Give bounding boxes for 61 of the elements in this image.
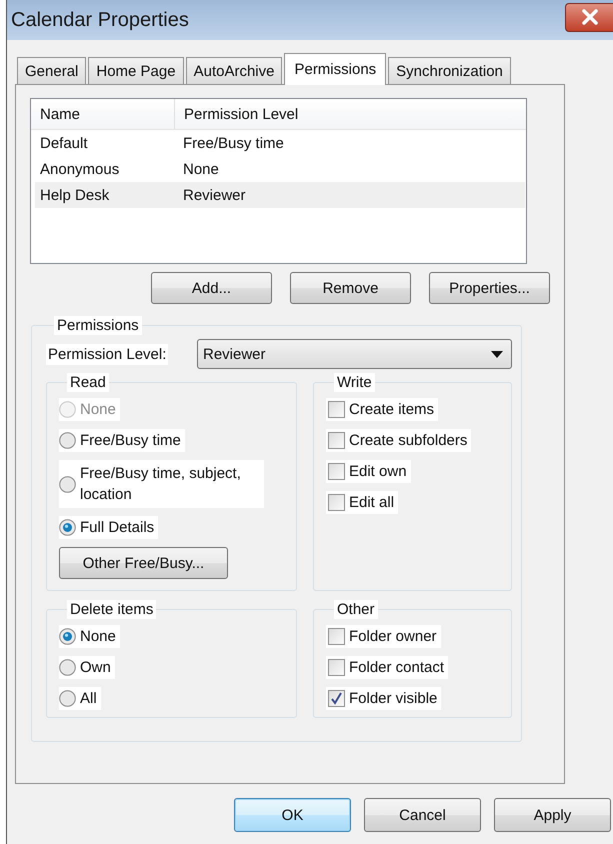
radio-button[interactable] — [59, 690, 76, 707]
list-button[interactable]: Remove — [290, 272, 411, 304]
radio-button[interactable] — [59, 432, 76, 449]
dialog-button[interactable]: Cancel — [364, 798, 481, 832]
level-cell-text: Free/Busy time — [182, 134, 284, 152]
close-button[interactable] — [565, 2, 613, 32]
checkbox[interactable] — [328, 628, 345, 645]
other-free-busy-button[interactable]: Other Free/Busy... — [59, 547, 228, 579]
column-header[interactable]: Permission Level — [175, 99, 298, 129]
list-row[interactable]: Default Free/Busy time — [35, 130, 525, 156]
field-label: Permission Level: — [46, 344, 168, 364]
checkbox-label: Create items — [349, 401, 434, 418]
level-cell-text: Reviewer — [182, 186, 246, 204]
list-row[interactable]: Help Desk Reviewer — [35, 182, 525, 208]
radio-label: Own — [80, 659, 111, 676]
checkbox-label: Edit own — [349, 463, 407, 480]
level-cell-text: None — [182, 160, 219, 178]
close-icon — [580, 9, 598, 25]
group-title: Permissions — [54, 316, 142, 335]
list-button[interactable]: Add... — [151, 272, 272, 304]
permission-level-dropdown[interactable]: Reviewer — [197, 339, 512, 369]
radio-label: Full Details — [80, 519, 154, 536]
radio-button[interactable] — [59, 628, 76, 645]
tab[interactable]: Permissions — [284, 53, 386, 85]
checkbox[interactable] — [328, 432, 345, 449]
name-cell-text: Help Desk — [39, 186, 110, 204]
radio-label: Free/Busy time — [80, 432, 181, 449]
radio-label: None — [80, 401, 116, 418]
column-header[interactable]: Name — [31, 99, 175, 129]
caret-icon — [491, 350, 503, 358]
checkbox[interactable] — [328, 494, 345, 511]
radio-button[interactable] — [59, 519, 76, 536]
checkbox[interactable] — [328, 463, 345, 480]
checkbox-label: Edit all — [349, 494, 394, 511]
group-title: Read — [67, 373, 109, 392]
window-title: Calendar Properties — [11, 8, 189, 32]
dialog-button[interactable]: OK — [234, 798, 351, 832]
group-title: Delete items — [67, 600, 156, 619]
tab[interactable]: Synchronization — [388, 57, 511, 84]
checkbox-label: Folder visible — [349, 690, 438, 707]
checkbox-label: Create subfolders — [349, 432, 468, 449]
checkbox[interactable] — [328, 659, 345, 676]
radio-label: All — [80, 690, 97, 707]
checkbox-label: Folder owner — [349, 628, 437, 645]
radio-label: Free/Busy time, subject, location — [80, 464, 242, 505]
radio-button[interactable] — [59, 476, 76, 492]
checkbox[interactable] — [328, 690, 345, 707]
tab[interactable]: AutoArchive — [186, 57, 282, 84]
name-cell-text: Default — [39, 134, 89, 152]
radio-button[interactable] — [59, 659, 76, 676]
tab[interactable]: Home Page — [88, 57, 184, 84]
list-button[interactable]: Properties... — [429, 272, 550, 304]
radio-label: None — [80, 628, 116, 645]
checkbox-label: Folder contact — [349, 659, 444, 676]
tab[interactable]: General — [17, 57, 86, 84]
dialog-button[interactable]: Apply — [494, 798, 611, 832]
list-row[interactable]: Anonymous None — [35, 156, 525, 182]
group-title: Write — [334, 373, 375, 392]
name-cell-text: Anonymous — [39, 160, 120, 178]
group-title: Other — [334, 600, 378, 619]
checkbox[interactable] — [328, 401, 345, 418]
